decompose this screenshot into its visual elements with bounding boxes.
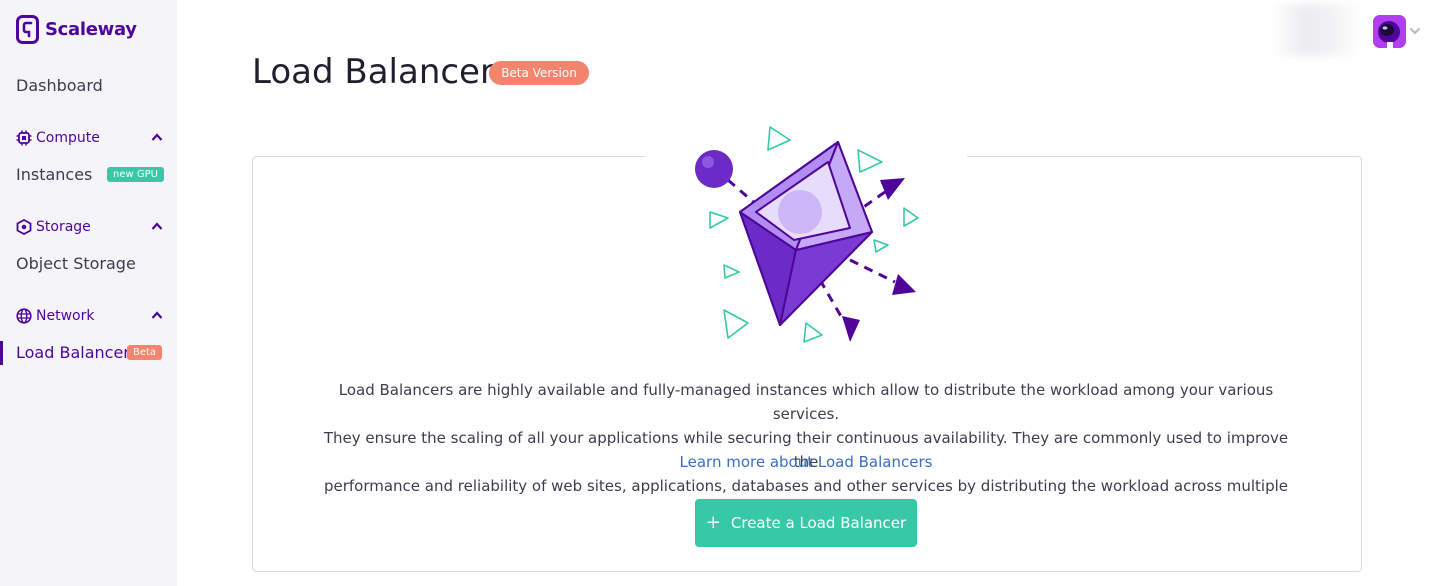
chevron-up-icon[interactable] [151,221,163,231]
sidebar-item-object-storage[interactable]: Object Storage [16,254,136,273]
sidebar-section-network[interactable]: Network [16,306,163,326]
chevron-down-icon[interactable] [1409,27,1421,35]
plus-icon: + [705,512,721,533]
sidebar-section-label: Network [36,308,95,324]
sidebar-section-label: Compute [36,130,100,146]
create-load-balancer-button[interactable]: + Create a Load Balancer [695,499,917,547]
sidebar-section-compute[interactable]: Compute [16,128,163,148]
beta-badge: Beta [127,345,163,360]
sidebar-item-load-balancer[interactable]: Load Balancer [16,343,130,362]
sidebar-section-label: Storage [36,219,91,235]
logo-text: Scaleway [45,19,137,40]
sidebar-section-storage[interactable]: Storage [16,217,163,237]
sidebar-item-dashboard[interactable]: Dashboard [16,76,103,95]
avatar[interactable] [1373,15,1406,48]
sidebar: Scaleway Dashboard Compute Instances new… [0,0,177,586]
cpu-icon [16,130,32,146]
active-indicator [0,341,3,365]
learn-more-link[interactable]: Learn more about Load Balancers [320,450,1292,474]
chevron-up-icon[interactable] [151,310,163,320]
storage-icon [16,219,32,235]
description-line: Load Balancers are highly available and … [338,381,1274,423]
new-gpu-badge: new GPU [107,167,164,182]
sidebar-item-instances[interactable]: Instances [16,165,92,184]
page-title: Load Balancer [252,52,494,92]
astronaut-avatar-icon [1373,15,1406,48]
user-name-blurred[interactable] [1270,4,1362,56]
chevron-up-icon[interactable] [151,132,163,142]
beta-version-badge: Beta Version [489,61,589,85]
globe-icon [16,308,32,324]
scaleway-logo[interactable]: Scaleway [16,15,137,44]
scaleway-logo-icon [16,15,39,44]
create-button-label: Create a Load Balancer [730,514,907,532]
load-balancer-illustration [695,126,919,343]
